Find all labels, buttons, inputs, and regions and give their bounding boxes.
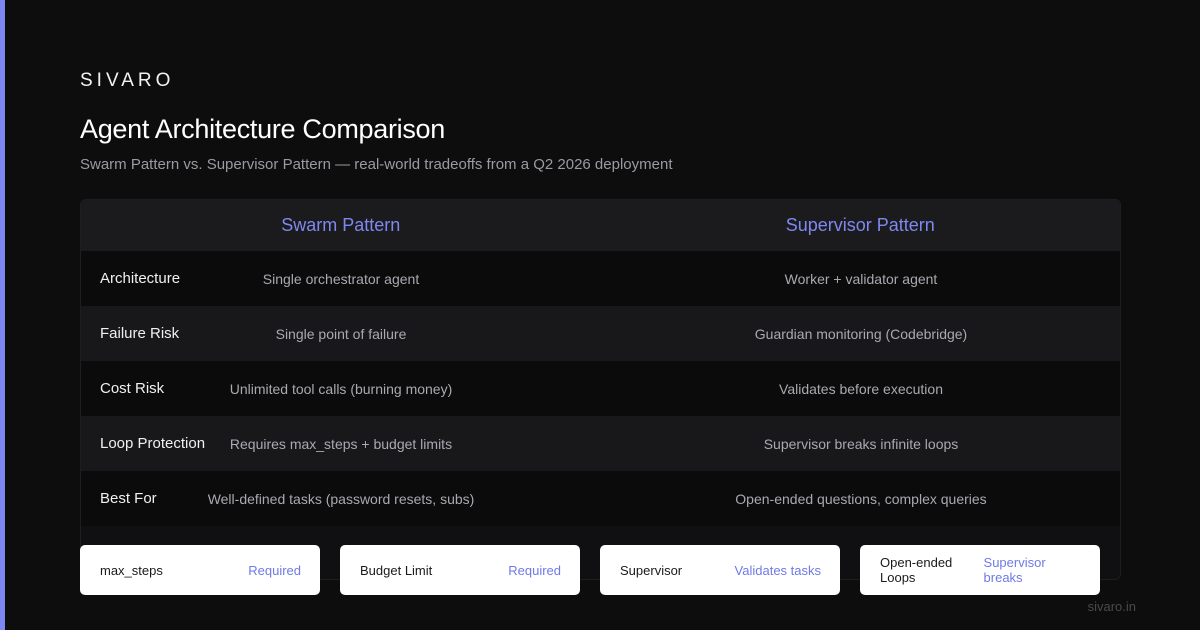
row-label: Cost Risk — [100, 380, 165, 397]
row-label: Architecture — [100, 270, 181, 287]
supervisor-cell: Supervisor breaks infinite loops — [763, 435, 959, 452]
card-key: Budget Limit — [360, 562, 433, 578]
table-row: Well-defined tasks (password resets, sub… — [81, 471, 1120, 526]
summary-card-open-ended-loops: Open-ended Loops Supervisor breaks — [860, 545, 1100, 595]
header-supervisor: Supervisor Pattern — [785, 215, 935, 235]
row-label: Loop Protection — [100, 435, 206, 452]
page-title: Agent Architecture Comparison — [80, 114, 445, 144]
row-label: Failure Risk — [100, 325, 180, 342]
comparison-table: Swarm Pattern Supervisor Pattern Single … — [80, 199, 1121, 580]
table-row: Single orchestrator agent Worker + valid… — [81, 251, 1120, 306]
row-label: Best For — [100, 490, 157, 507]
header-swarm: Swarm Pattern — [281, 215, 401, 235]
card-value: Required — [508, 562, 561, 578]
og-card: SIVARO Agent Architecture Comparison Swa… — [0, 0, 1200, 630]
table-row: Requires max_steps + budget limits Super… — [81, 416, 1120, 471]
table-row: Unlimited tool calls (burning money) Val… — [81, 361, 1120, 416]
swarm-cell: Well-defined tasks (password resets, sub… — [207, 490, 475, 507]
table-row: Single point of failure Guardian monitor… — [81, 306, 1120, 361]
card-value: Supervisor breaks — [983, 555, 1046, 585]
supervisor-cell: Guardian monitoring (Codebridge) — [754, 325, 968, 342]
card-value: Required — [248, 562, 301, 578]
card-key: Supervisor — [620, 562, 683, 578]
summary-card-max-steps: max_steps Required — [80, 545, 320, 595]
accent-bar — [0, 0, 5, 630]
supervisor-cell: Open-ended questions, complex queries — [735, 490, 987, 507]
footer-url: sivaro.in — [1087, 599, 1136, 614]
supervisor-cell: Validates before execution — [779, 380, 943, 397]
table-header: Swarm Pattern Supervisor Pattern — [81, 200, 1120, 251]
summary-cards: max_steps Required Budget Limit Required… — [80, 545, 1120, 595]
summary-card-supervisor: Supervisor Validates tasks — [600, 545, 840, 595]
brand-logo: SIVARO — [80, 70, 175, 91]
supervisor-cell: Worker + validator agent — [784, 270, 938, 287]
page-subtitle: Swarm Pattern vs. Supervisor Pattern — r… — [80, 156, 673, 173]
card-key: Open-ended Loops — [880, 555, 953, 585]
card-value: Validates tasks — [734, 562, 821, 578]
summary-card-budget-limit: Budget Limit Required — [340, 545, 580, 595]
card-key: max_steps — [100, 562, 163, 578]
